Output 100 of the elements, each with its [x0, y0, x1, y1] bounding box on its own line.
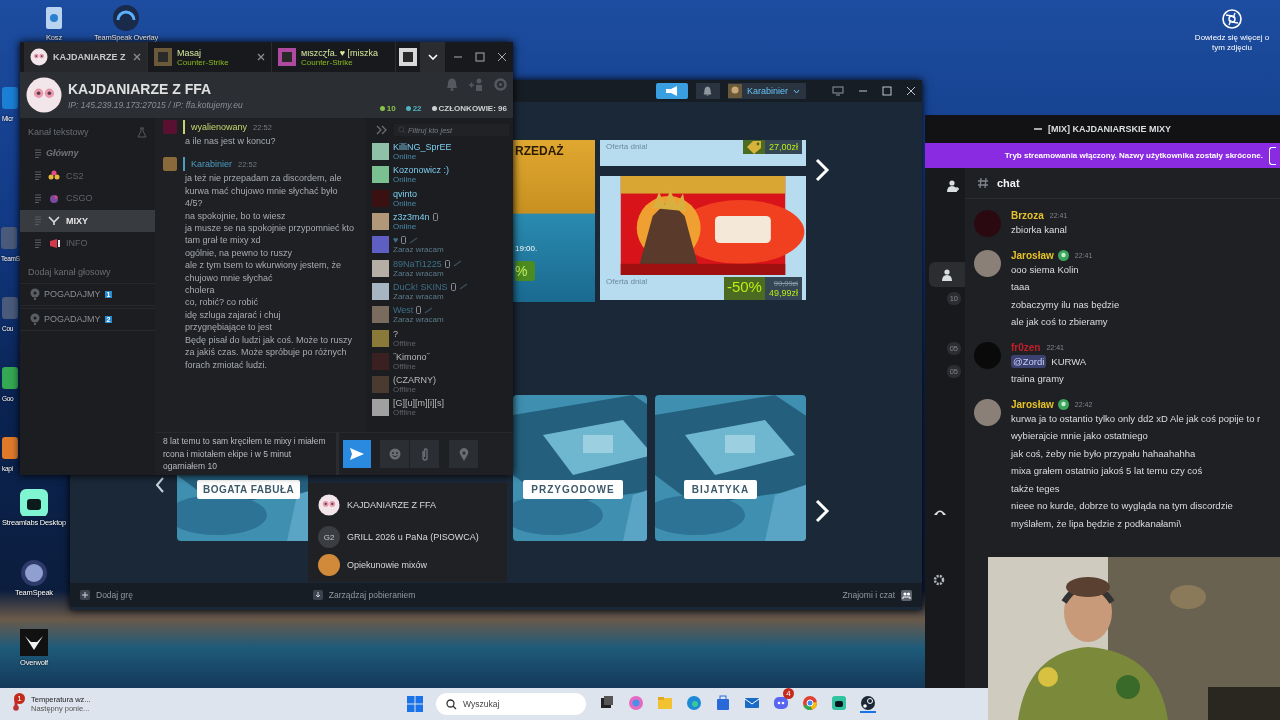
member-item[interactable]: Kozonowicz :) Online [370, 163, 513, 187]
member-item[interactable]: [G][u][m][i][s] Offline [370, 396, 513, 420]
tabs-dropdown-button[interactable] [421, 42, 445, 72]
location-button[interactable] [449, 440, 478, 468]
server-tab[interactable]: KAJDANIARZE Z [24, 42, 148, 72]
text-channel-icon [34, 171, 42, 181]
member-item[interactable]: West Zaraz wracam [370, 303, 513, 327]
close-icon[interactable] [906, 86, 916, 96]
channel-hash-icon [977, 177, 989, 189]
member-item[interactable]: ♥ Zaraz wracam [370, 233, 513, 257]
server-item[interactable]: KAJDANIARZE Z FFA [308, 489, 507, 521]
account-menu[interactable]: Karabinier [727, 83, 806, 99]
server-icon [318, 494, 340, 516]
maximize-icon[interactable] [475, 52, 485, 62]
close-icon[interactable] [133, 53, 141, 61]
avatar [372, 259, 389, 277]
member-item[interactable]: qvinto Online [370, 186, 513, 210]
collapse-icon[interactable] [376, 125, 388, 135]
message-author[interactable]: Jarosław [1011, 249, 1054, 261]
photo-info-link[interactable]: Dowiedz się więcej o tym zdjęciu [1190, 33, 1274, 53]
crossed-swords-icon [46, 215, 62, 227]
invite-button[interactable] [929, 262, 965, 287]
task-view-icon[interactable] [599, 695, 615, 711]
message-author[interactable]: Jarosław [1011, 398, 1054, 410]
message-author[interactable]: Karabinier [191, 159, 233, 170]
notification-button[interactable] [695, 83, 720, 99]
server-address: IP: 145.239.19.173:27015 / IP: ffa.kotujemy.eu [68, 99, 243, 110]
member-item[interactable]: (CZARNY) Offline [370, 372, 513, 397]
start-icon[interactable] [407, 696, 423, 712]
message-text: ooo siema Kolin [1011, 262, 1080, 277]
message-text: nieee no kurde, dobrze to wygląda na tym discordzie [1011, 499, 1234, 513]
price-tag-icon [745, 140, 762, 154]
member-item[interactable]: KilliNG_SprEE Online [370, 140, 513, 164]
discord-icon[interactable] [773, 695, 789, 711]
chevron-left-icon [155, 477, 165, 493]
server-name: KAJDANIARZE Z FFA [68, 80, 213, 97]
chrome-icon[interactable] [802, 695, 818, 711]
phone-icon [450, 282, 456, 291]
message-text: na spokojnie, bo to wiesz [184, 209, 287, 223]
members-icon[interactable] [946, 180, 959, 192]
offer-card[interactable]: Oferta dnia! 27,00zł [600, 140, 806, 166]
downloads-button[interactable]: Zarządzaj pobieraniem [312, 590, 416, 600]
avatar [372, 329, 389, 347]
phone-icon [444, 259, 450, 268]
monitor-icon[interactable] [832, 86, 844, 96]
message-text: przygnębiające to jest [184, 321, 274, 334]
emblem-icon [46, 170, 62, 182]
badge-icon [1057, 249, 1069, 261]
announcement-button[interactable] [655, 83, 688, 99]
message-text: zobaczymy ilu nas będzie [1011, 297, 1120, 312]
away-icon [458, 283, 468, 291]
phone-icon[interactable] [933, 508, 947, 516]
send-icon [350, 448, 364, 460]
maximize-icon[interactable] [882, 86, 892, 96]
message-author[interactable]: Brzoza [1011, 210, 1044, 221]
discount-badge: % [515, 261, 535, 281]
server-item[interactable]: Opiekunowie mixów [308, 553, 507, 577]
member-item[interactable]: 89NaTi1225 Zaraz wracam [370, 256, 513, 280]
send-button[interactable] [343, 440, 371, 468]
minus-icon [1034, 127, 1042, 131]
camera-icon[interactable] [1221, 8, 1243, 30]
avatar-icon [399, 48, 417, 66]
category-label: PRZYGODOWE [523, 480, 623, 499]
banner-button[interactable] [1269, 146, 1276, 165]
steam-icon[interactable] [860, 695, 876, 711]
member-item[interactable]: z3z3m4n Online [370, 209, 513, 234]
sale-banner[interactable]: RZEDAŻ 19:00. % [513, 140, 595, 302]
channel-item[interactable]: Główny [20, 142, 155, 165]
voice-channel-icon [30, 288, 40, 300]
add-game-button[interactable]: Dodaj grę [80, 590, 133, 600]
message-text: Będę pisał do ludzi jak coś. Może to ruszy za jakiś czas. Może spróbuje po różnych forach zmiotać ludzi. [184, 333, 354, 371]
server-item[interactable]: G2 GRILL 2026 u PaNa (PISOWCA) [308, 521, 507, 553]
message-author[interactable]: wyalienowany [191, 122, 248, 132]
avatar [372, 282, 389, 300]
streamlabs-icon[interactable] [831, 695, 847, 711]
friends-button[interactable]: Znajomi i czat [842, 589, 912, 601]
emoji-button[interactable] [380, 440, 409, 468]
member-item[interactable]: ˝Kimono˝ Offline [370, 349, 513, 373]
mention-link[interactable]: @Zordi [1011, 354, 1047, 368]
channel-item[interactable]: MIXY [20, 209, 155, 232]
member-count: 10 [386, 104, 396, 113]
copilot-icon[interactable] [628, 695, 644, 711]
paperclip-icon [420, 447, 429, 461]
caret-icon [793, 88, 800, 94]
message-text: jak coś, żeby nie było przypału hahaahahha [1011, 446, 1197, 461]
search-field[interactable]: Wyszukaj [436, 693, 586, 715]
avatar [372, 213, 389, 231]
away-icon [409, 236, 419, 244]
mail-icon[interactable] [744, 695, 760, 711]
server-icon [30, 48, 48, 66]
avatar [372, 236, 389, 254]
member-item[interactable]: DuCk! SKINS Zaraz wracam [370, 279, 513, 304]
close-icon[interactable] [497, 52, 507, 62]
settings-icon[interactable] [933, 574, 945, 586]
store-icon[interactable] [715, 695, 731, 711]
edge-icon[interactable] [686, 695, 702, 711]
close-icon[interactable] [257, 53, 265, 61]
discount-badge: -50% [723, 277, 765, 300]
member-item[interactable]: ? Offline [370, 326, 513, 350]
banner-text: 19:00. [515, 244, 539, 253]
